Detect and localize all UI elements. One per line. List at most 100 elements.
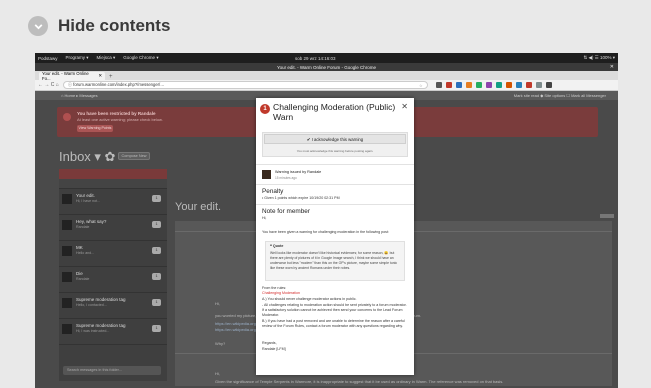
issued-time: 15 minutes ago bbox=[275, 176, 297, 180]
avatar bbox=[62, 324, 72, 334]
reply-count-badge: 1 bbox=[152, 221, 161, 228]
avatar bbox=[62, 220, 72, 230]
avatar bbox=[62, 194, 72, 204]
os-menu-places[interactable]: Miejsca ▾ bbox=[97, 55, 116, 61]
os-menu-programs[interactable]: Programy ▾ bbox=[66, 55, 89, 61]
conversation-item[interactable]: Supreme moderation tag Hello, I contacted… bbox=[59, 293, 167, 319]
browser-tab[interactable]: Your edit. - Warm Online Fo... ✕ bbox=[39, 71, 105, 81]
conversation-item[interactable]: Hey, what say? Randale 1 bbox=[59, 215, 167, 241]
extension-icon[interactable] bbox=[545, 82, 552, 88]
extension-icon[interactable] bbox=[515, 82, 522, 88]
new-tab-button[interactable]: + bbox=[109, 74, 113, 80]
folder-header bbox=[59, 169, 167, 179]
alert-title: You have been restricted by Randale bbox=[77, 111, 156, 116]
window-titlebar: Your edit. - Warm Online Forum - Google … bbox=[35, 63, 618, 71]
extension-icon[interactable] bbox=[445, 82, 452, 88]
page-title: Your edit. bbox=[175, 201, 222, 213]
post-line: Given the significance of Temple Serpent… bbox=[215, 379, 504, 384]
extension-icon[interactable] bbox=[455, 82, 462, 88]
window-close-icon[interactable]: ✕ bbox=[610, 64, 614, 70]
conversation-participants: Randale bbox=[76, 277, 90, 281]
extension-icon[interactable] bbox=[535, 82, 542, 88]
nav-buttons[interactable]: ← → C ⌂ bbox=[38, 82, 59, 88]
avatar bbox=[62, 246, 72, 256]
extension-icon[interactable] bbox=[495, 82, 502, 88]
note-intro: You have been given a warning for challe… bbox=[262, 230, 389, 234]
url-text: ⓘ forum.warmonline.com/index.php?/messen… bbox=[67, 82, 165, 87]
bookmark-star-icon[interactable]: ☆ bbox=[419, 83, 423, 88]
acknowledge-button[interactable]: ✔ I acknowledge this warning bbox=[264, 134, 406, 144]
reply-count-badge: 1 bbox=[152, 195, 161, 202]
hide-contents-toggle[interactable]: Hide contents bbox=[0, 0, 651, 52]
avatar bbox=[62, 272, 72, 282]
extension-icon[interactable] bbox=[505, 82, 512, 88]
conversation-participants: Hi, I was instructed... bbox=[76, 329, 110, 333]
url-bar[interactable]: ⓘ forum.warmonline.com/index.php?/messen… bbox=[62, 81, 428, 89]
list-filters[interactable] bbox=[59, 179, 167, 189]
warning-icon bbox=[63, 113, 71, 121]
os-top-panel: Podstawy Programy ▾ Miejsca ▾ Google Chr… bbox=[35, 53, 618, 63]
extension-icon[interactable] bbox=[435, 82, 442, 88]
conversation-participants: Randale bbox=[76, 225, 90, 229]
reply-count-badge: 1 bbox=[152, 273, 161, 280]
avatar bbox=[62, 298, 72, 308]
conversation-item[interactable]: Die Randale 1 bbox=[59, 267, 167, 293]
os-menu-places-base[interactable]: Podstawy bbox=[38, 56, 58, 61]
site-options[interactable]: Mark site read ◆ Site options ☐ Mark all… bbox=[514, 93, 606, 98]
extension-icons bbox=[435, 82, 552, 88]
acknowledge-note: You must acknowledge this warning before… bbox=[296, 149, 374, 153]
conversation-title: Die bbox=[76, 271, 83, 276]
chevron-down-icon bbox=[28, 16, 48, 36]
conversation-item[interactable]: Supreme moderation tag Hi, I was instruct… bbox=[59, 319, 167, 345]
inbox-heading[interactable]: Inbox ▾ ✿ bbox=[59, 149, 115, 165]
os-clock[interactable]: sob 29 wrz 14:16:03 bbox=[295, 56, 336, 61]
conversation-participants: Hi, I have not... bbox=[76, 199, 101, 203]
warning-count-badge: 1 bbox=[260, 104, 270, 114]
window-title: Your edit. - Warm Online Forum - Google … bbox=[277, 64, 376, 70]
avatar[interactable] bbox=[262, 170, 271, 179]
note-greeting: Hi, bbox=[262, 216, 267, 220]
signoff: Randale [LFM] bbox=[262, 347, 286, 351]
penalty-text: • Given 1 points which expire 10/19/20 0… bbox=[262, 196, 340, 200]
alert-body: At least one active warning; please chec… bbox=[77, 117, 163, 122]
screenshot: Podstawy Programy ▾ Miejsca ▾ Google Chr… bbox=[35, 53, 618, 388]
view-warning-button[interactable]: View Warning Points bbox=[77, 125, 113, 132]
conversation-title: MK bbox=[76, 245, 83, 250]
rule-b: B.) If you have had a post removed and a… bbox=[262, 319, 405, 328]
system-tray[interactable]: ⇅ ◀) ☰ 100% ▾ bbox=[583, 55, 615, 61]
conversation-title: Your edit. bbox=[76, 193, 95, 198]
conversation-participants: Hello and... bbox=[76, 251, 95, 255]
modal-header: 1 Challenging Moderation (Public) Warn ✕ bbox=[259, 101, 411, 129]
conversation-title: Hey, what say? bbox=[76, 219, 107, 224]
extension-icon[interactable] bbox=[465, 82, 472, 88]
modal-title: Challenging Moderation (Public) Warn bbox=[273, 102, 396, 122]
close-icon[interactable]: ✕ bbox=[401, 102, 408, 111]
tab-title: Your edit. - Warm Online Fo... bbox=[42, 71, 89, 81]
conversation-list: Your edit. Hi, I have not... 1 Hey, what sa… bbox=[59, 169, 167, 381]
options-button[interactable] bbox=[600, 214, 614, 218]
breadcrumb-text[interactable]: ⌂ Home ▸ Messages bbox=[61, 93, 98, 98]
post-line: Hi, bbox=[215, 301, 220, 306]
reply-count-badge: 1 bbox=[152, 299, 161, 306]
extension-icon[interactable] bbox=[475, 82, 482, 88]
folder-search-input[interactable]: Search messages in this folder... bbox=[63, 366, 161, 375]
hide-contents-label: Hide contents bbox=[58, 16, 171, 35]
conversation-title: Supreme moderation tag bbox=[76, 323, 126, 328]
post-line: Hi, bbox=[215, 371, 220, 376]
extension-icon[interactable] bbox=[485, 82, 492, 88]
note-heading: Note for member bbox=[262, 208, 310, 215]
post-line: Why? bbox=[215, 341, 226, 346]
conversation-item[interactable]: Your edit. Hi, I have not... 1 bbox=[59, 189, 167, 215]
reply-count-badge: 1 bbox=[152, 247, 161, 254]
conversation-item[interactable]: MK Hello and... 1 bbox=[59, 241, 167, 267]
tab-bar: Your edit. - Warm Online Fo... ✕ + bbox=[35, 71, 618, 81]
extension-icon[interactable] bbox=[525, 82, 532, 88]
os-menu-chrome[interactable]: Google Chrome ▾ bbox=[123, 55, 158, 61]
tab-close-icon[interactable]: ✕ bbox=[98, 73, 102, 79]
rule-a-detail: - All challenges relating to moderation … bbox=[262, 303, 407, 317]
penalty-heading: Penalty bbox=[262, 188, 284, 195]
quoted-post: ❝ Quote Well looks like moderator doesn'… bbox=[265, 241, 405, 281]
rule-a: A.) You should never challenge moderator… bbox=[262, 297, 357, 301]
reply-count-badge: 1 bbox=[152, 325, 161, 332]
compose-new-button[interactable]: Compose New bbox=[118, 152, 150, 160]
